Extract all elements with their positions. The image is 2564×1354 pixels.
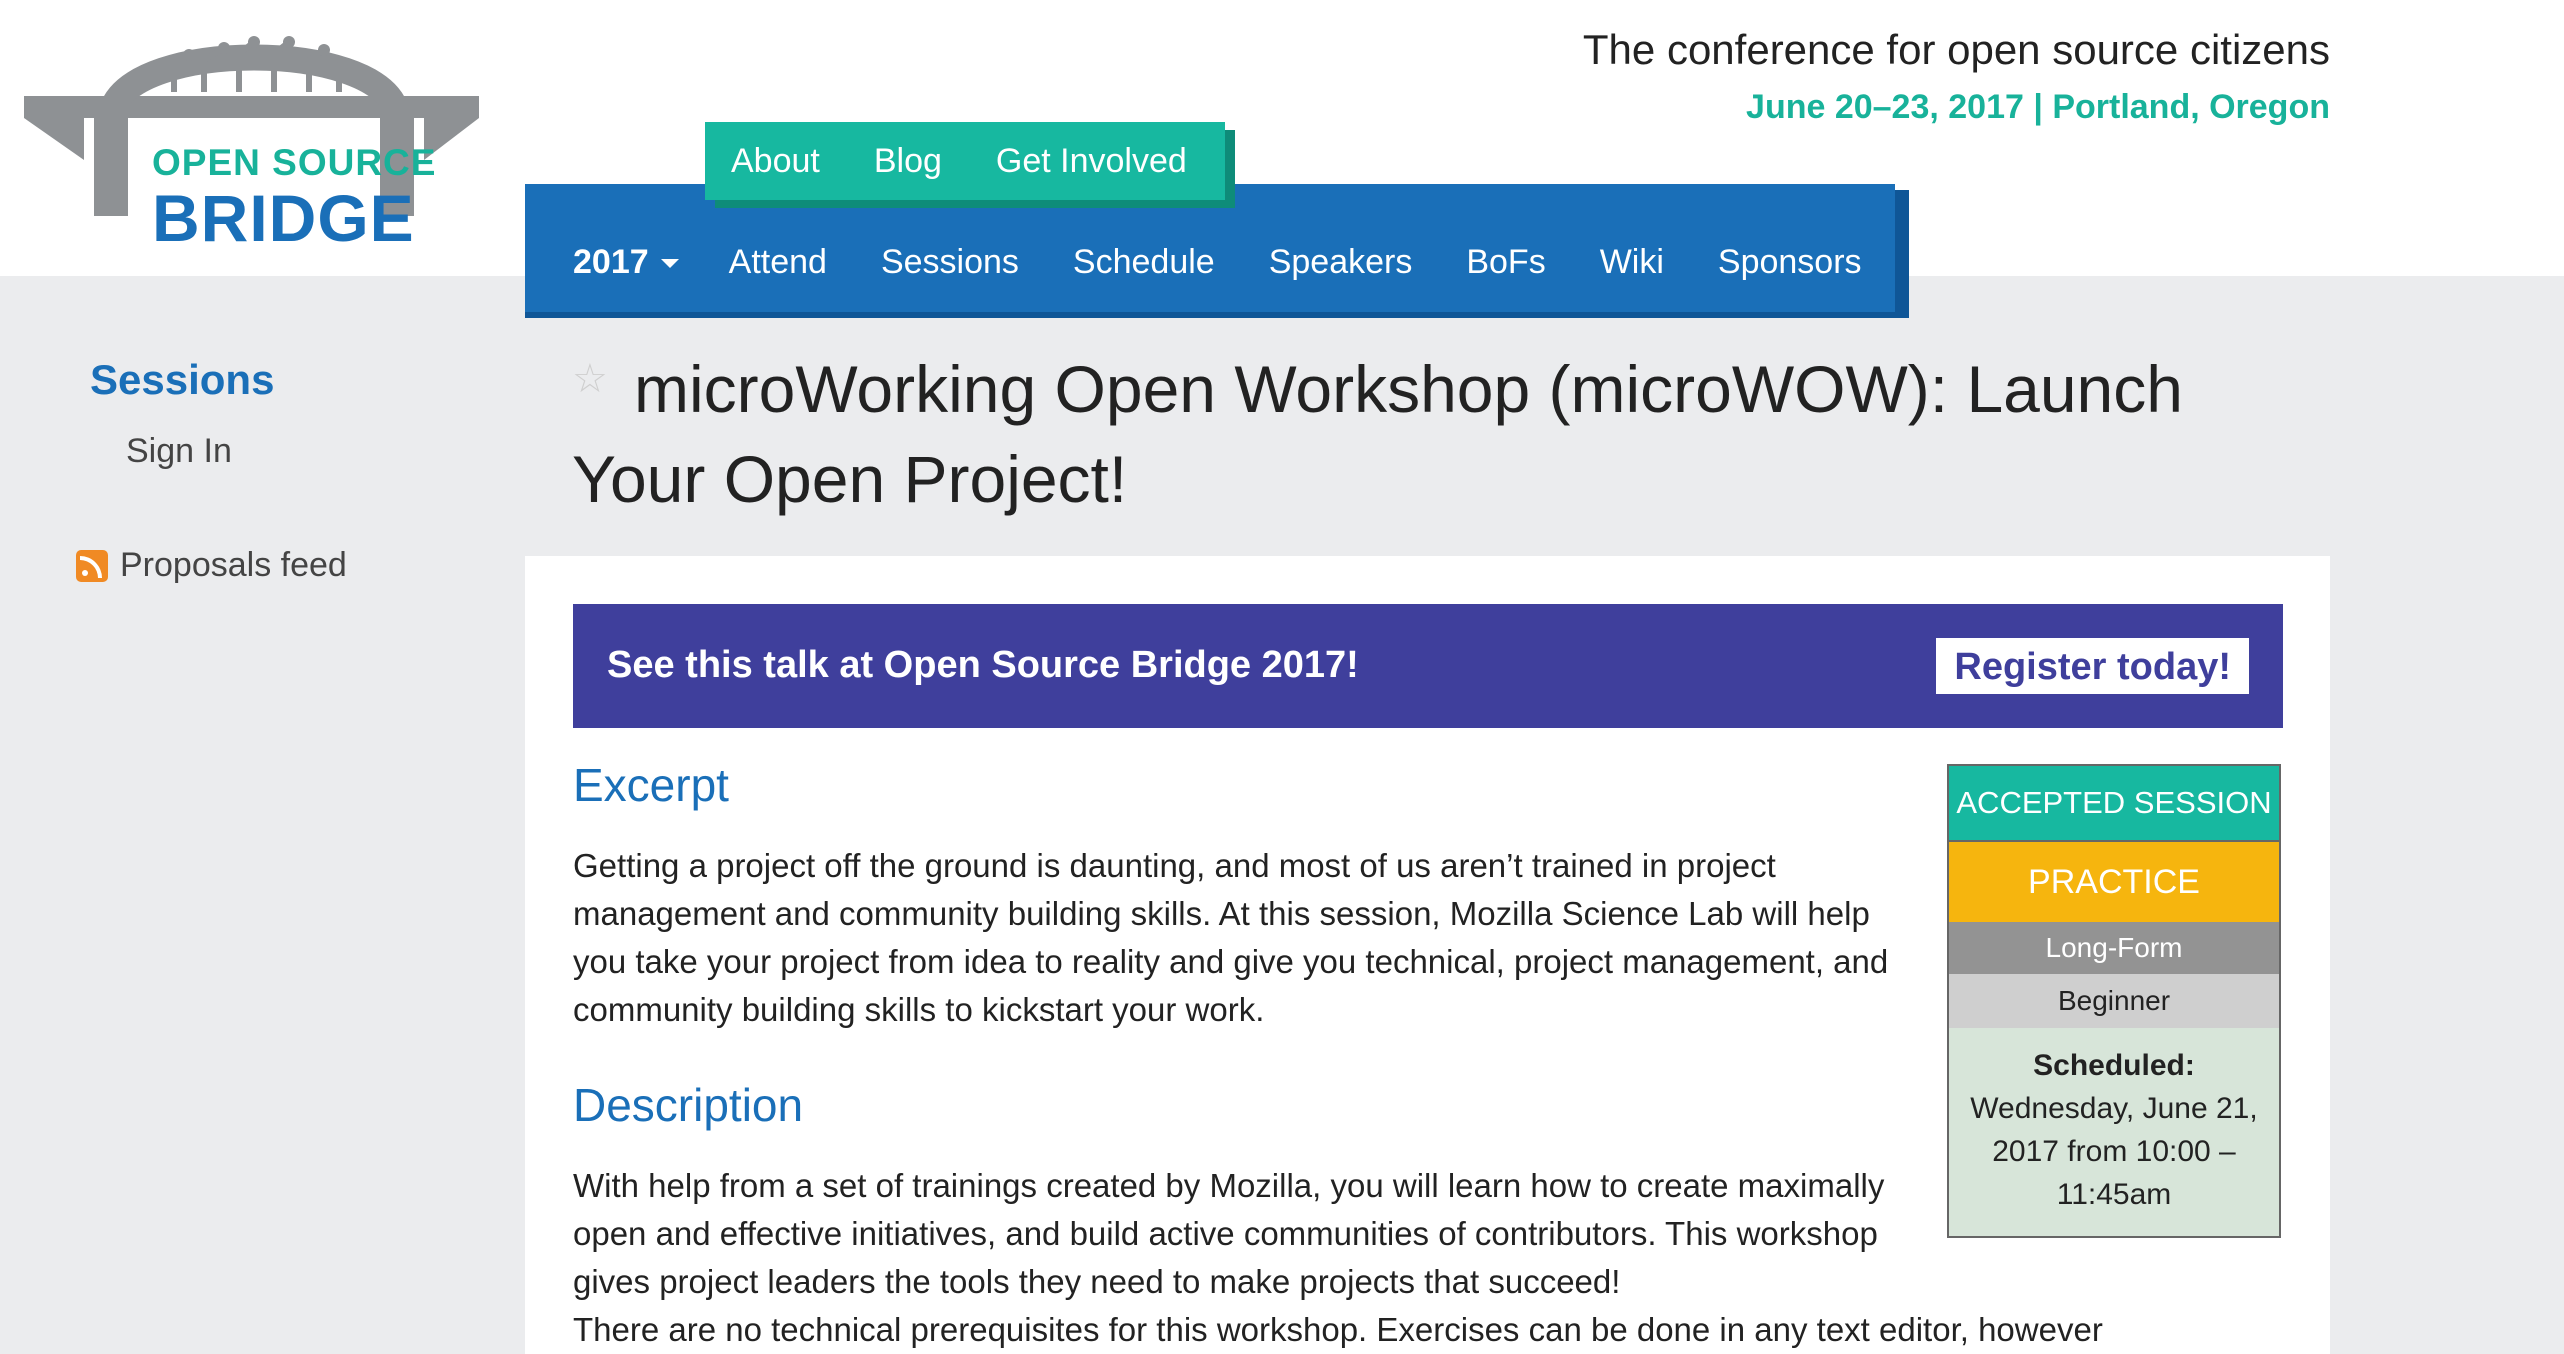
session-level: Beginner [1949, 974, 2279, 1028]
session-format: Long-Form [1949, 922, 2279, 974]
scheduled-value: Wednesday, June 21, 2017 from 10:00 – 11… [1970, 1092, 2258, 1211]
nav-sponsors[interactable]: Sponsors [1718, 243, 1862, 282]
conference-dates-location: June 20–23, 2017 | Portland, Oregon [1746, 88, 2330, 126]
nav-blog[interactable]: Blog [874, 142, 942, 181]
nav-about[interactable]: About [731, 142, 820, 181]
nav-year-dropdown[interactable]: 2017 [573, 243, 679, 282]
page-title: microWorking Open Workshop (microWOW): L… [572, 352, 2183, 516]
logo-text-bridge: BRIDGE [152, 181, 415, 255]
secondary-nav: About Blog Get Involved [705, 122, 1225, 200]
sidebar-sign-in-link[interactable]: Sign In [126, 432, 232, 471]
logo-text-open-source: OPEN SOURCE [152, 142, 437, 183]
description-text: With help from a set of trainings create… [573, 1167, 1885, 1300]
sidebar-sessions-link[interactable]: Sessions [90, 356, 274, 404]
banner-text: See this talk at Open Source Bridge 2017… [607, 644, 1359, 686]
session-status-badge: ACCEPTED SESSION [1949, 766, 2279, 842]
nav-get-involved[interactable]: Get Involved [996, 142, 1187, 181]
sidebar-proposals-feed-link[interactable]: Proposals feed [76, 546, 347, 585]
scheduled-label: Scheduled: [2033, 1049, 2195, 1082]
description-heading: Description [573, 1079, 804, 1131]
description-text-continued: There are no technical prerequisites for… [573, 1311, 2103, 1348]
nav-sessions[interactable]: Sessions [881, 243, 1019, 282]
nav-bofs[interactable]: BoFs [1466, 243, 1545, 282]
site-tagline: The conference for open source citizens [1582, 26, 2330, 73]
nav-attend[interactable]: Attend [729, 243, 827, 282]
session-info-box: ACCEPTED SESSION PRACTICE Long-Form Begi… [1947, 764, 2281, 1238]
caret-down-icon [660, 259, 679, 269]
favorite-star-icon[interactable]: ☆ [572, 356, 608, 402]
nav-speakers[interactable]: Speakers [1269, 243, 1413, 282]
content-panel: See this talk at Open Source Bridge 2017… [525, 556, 2330, 1354]
session-schedule: Scheduled: Wednesday, June 21, 2017 from… [1949, 1028, 2279, 1236]
rss-feed-icon [76, 549, 108, 582]
nav-schedule[interactable]: Schedule [1073, 243, 1215, 282]
proposals-feed-label: Proposals feed [120, 546, 347, 584]
site-logo[interactable]: OPEN SOURCE BRIDGE [24, 10, 484, 255]
main-nav: 2017 Attend Sessions Schedule Speakers B… [525, 184, 1909, 318]
excerpt-heading: Excerpt [573, 759, 729, 811]
nav-wiki[interactable]: Wiki [1600, 243, 1664, 282]
excerpt-text: Getting a project off the ground is daun… [573, 847, 1889, 1028]
register-button[interactable]: Register today! [1936, 638, 2249, 694]
register-banner: See this talk at Open Source Bridge 2017… [573, 604, 2283, 728]
nav-year-label: 2017 [573, 242, 649, 281]
session-track-badge: PRACTICE [1949, 842, 2279, 922]
